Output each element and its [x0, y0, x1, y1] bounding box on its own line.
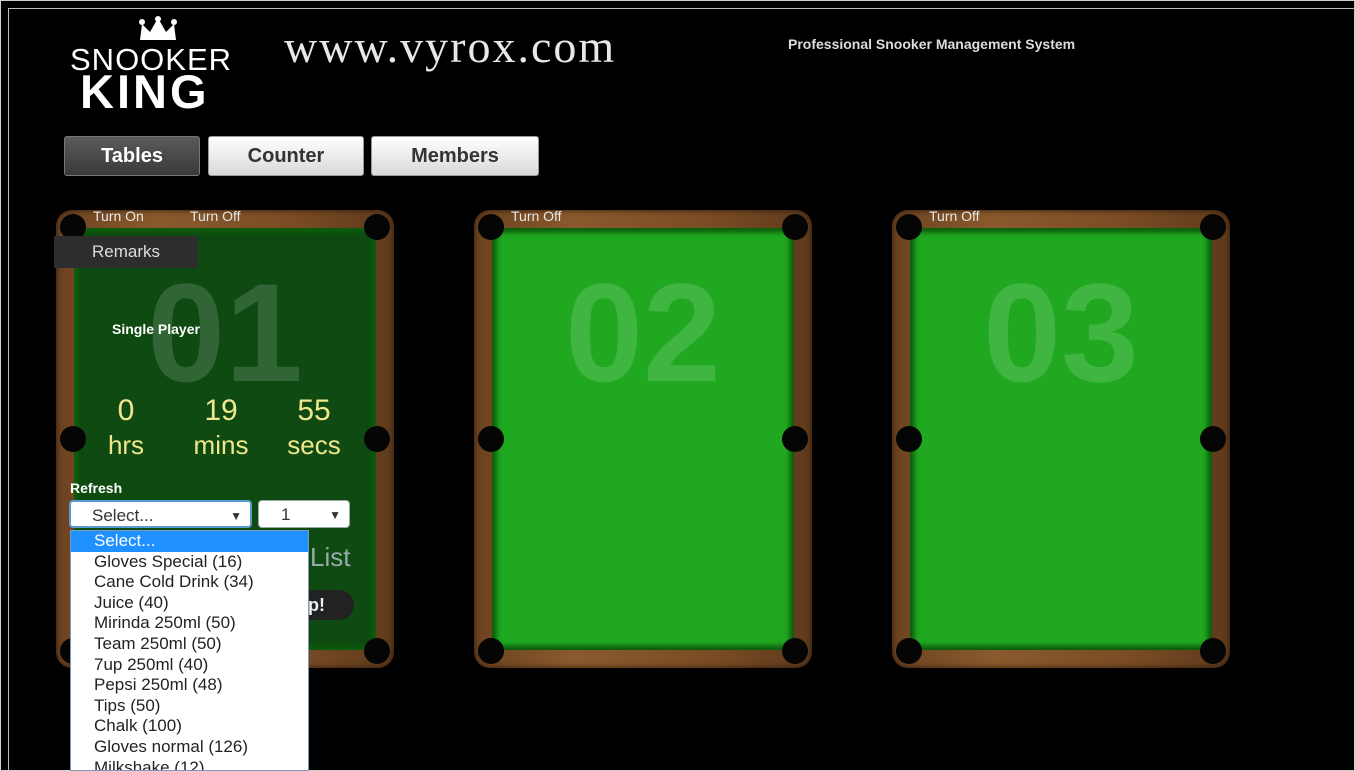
turn-off-link[interactable]: Turn Off	[929, 208, 980, 224]
item-select-value: Select...	[92, 506, 154, 525]
table-number: 02	[565, 254, 721, 411]
item-list-label: List	[310, 542, 351, 572]
pocket	[478, 426, 504, 452]
dropdown-option[interactable]: Chalk (100)	[71, 716, 308, 737]
dropdown-option[interactable]: Cane Cold Drink (34)	[71, 572, 308, 593]
site-title: www.vyrox.com	[284, 21, 617, 72]
dropdown-option[interactable]: Tips (50)	[71, 696, 308, 717]
timer-minutes-value: 19	[204, 394, 238, 427]
item-dropdown-list[interactable]: Select... Gloves Special (16) Cane Cold …	[70, 530, 309, 771]
pocket	[782, 214, 808, 240]
remarks-button[interactable]: Remarks	[54, 236, 198, 268]
pocket	[896, 214, 922, 240]
tab-tables[interactable]: Tables	[64, 136, 200, 176]
quantity-select-value: 1	[281, 505, 291, 524]
chevron-down-icon: ▼	[329, 508, 341, 522]
snooker-table-02[interactable]: 02 Turn Off	[474, 208, 812, 668]
pocket	[364, 214, 390, 240]
timer-seconds-value: 55	[297, 394, 331, 427]
timer-hours-label: hrs	[107, 430, 145, 460]
table-number: 01	[147, 254, 303, 411]
pocket	[478, 214, 504, 240]
dropdown-option[interactable]: Juice (40)	[71, 593, 308, 614]
logo-text-bottom: KING	[80, 65, 210, 118]
pocket	[60, 426, 86, 452]
quantity-select[interactable]: 1 ▼	[258, 500, 350, 528]
game-mode-label: Single Player	[112, 321, 200, 337]
pocket	[1200, 638, 1226, 664]
timer-seconds-label: secs	[287, 430, 341, 460]
timer-hours-value: 0	[117, 394, 135, 427]
dropdown-option[interactable]: Team 250ml (50)	[71, 634, 308, 655]
snooker-king-logo: SNOOKER KING	[70, 16, 250, 118]
frame-left-border	[8, 8, 9, 771]
tab-members[interactable]: Members	[371, 136, 539, 176]
table-number: 03	[983, 254, 1139, 411]
timer-minutes-label: mins	[193, 430, 249, 460]
turn-off-link[interactable]: Turn Off	[190, 208, 241, 224]
pocket	[364, 426, 390, 452]
pocket	[1200, 426, 1226, 452]
pocket	[896, 638, 922, 664]
dropdown-option[interactable]: 7up 250ml (40)	[71, 655, 308, 676]
pocket	[364, 638, 390, 664]
refresh-link[interactable]: Refresh	[70, 480, 122, 496]
dropdown-option[interactable]: Select...	[71, 531, 308, 552]
snooker-table-03[interactable]: 03 Turn Off	[892, 208, 1230, 668]
dropdown-option[interactable]: Mirinda 250ml (50)	[71, 613, 308, 634]
chevron-down-icon: ▼	[230, 509, 242, 523]
item-select[interactable]: Select... ▼	[69, 500, 252, 528]
crown-icon	[139, 16, 177, 40]
pocket	[1200, 214, 1226, 240]
tagline: Professional Snooker Management System	[788, 36, 1076, 52]
tab-counter[interactable]: Counter	[208, 136, 364, 176]
dropdown-option[interactable]: Gloves normal (126)	[71, 737, 308, 758]
pocket	[782, 426, 808, 452]
dropdown-option[interactable]: Milkshake (12)	[71, 758, 308, 770]
turn-on-link[interactable]: Turn On	[93, 208, 144, 224]
pocket	[478, 638, 504, 664]
pocket	[782, 638, 808, 664]
dropdown-option[interactable]: Pepsi 250ml (48)	[71, 675, 308, 696]
pocket	[896, 426, 922, 452]
frame-top-border	[8, 8, 1355, 9]
turn-off-link[interactable]: Turn Off	[511, 208, 562, 224]
dropdown-option[interactable]: Gloves Special (16)	[71, 552, 308, 573]
